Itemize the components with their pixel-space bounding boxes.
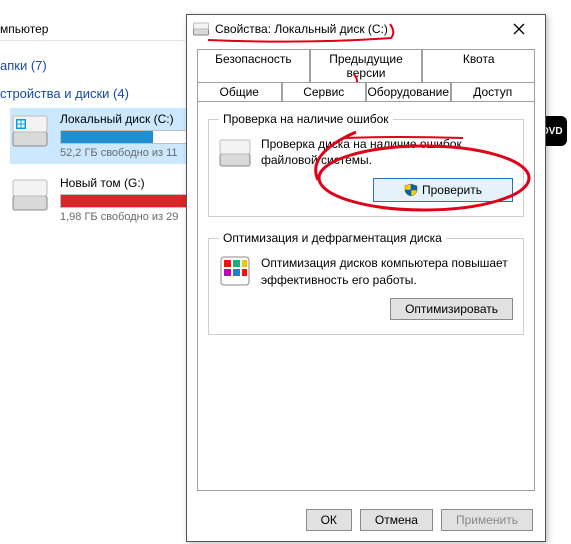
dialog-title: Свойства: Локальный диск (C:) <box>215 22 499 36</box>
tab-general[interactable]: Общие <box>197 82 282 101</box>
tab-quota[interactable]: Квота <box>422 49 535 82</box>
tab-hardware[interactable]: Оборудование <box>366 82 451 101</box>
optimize-button[interactable]: Оптимизировать <box>390 298 513 320</box>
tab-tools[interactable]: Сервис <box>282 82 367 101</box>
check-button-label: Проверить <box>422 183 482 197</box>
explorer-title-fragment: мпьютер <box>0 22 48 36</box>
tab-content: Проверка на наличие ошибок Проверка диск… <box>197 101 535 491</box>
close-button[interactable] <box>499 17 539 41</box>
shield-icon <box>404 183 418 197</box>
dialog-button-row: ОК Отмена Применить <box>306 509 533 531</box>
close-icon <box>513 23 525 35</box>
tab-prevversions[interactable]: Предыдущие версии <box>310 49 423 82</box>
defrag-group: Оптимизация и дефрагментация диска Оптим… <box>208 231 524 334</box>
separator <box>0 40 185 41</box>
tab-sharing[interactable]: Доступ <box>451 82 536 101</box>
properties-dialog: Свойства: Локальный диск (C:) Безопаснос… <box>186 14 546 542</box>
cancel-button[interactable]: Отмена <box>360 509 433 531</box>
tab-security[interactable]: Безопасность <box>197 49 310 82</box>
section-drives-header[interactable]: стройства и диски (4) <box>0 86 129 101</box>
section-folders-header[interactable]: апки (7) <box>0 58 47 73</box>
defrag-legend: Оптимизация и дефрагментация диска <box>219 231 446 245</box>
error-check-legend: Проверка на наличие ошибок <box>219 112 393 126</box>
tab-row-1: Безопасность Предыдущие версии Квота <box>197 49 535 82</box>
ok-button[interactable]: ОК <box>306 509 352 531</box>
drive-check-icon <box>219 136 251 168</box>
error-check-group: Проверка на наличие ошибок Проверка диск… <box>208 112 524 217</box>
error-check-text: Проверка диска на наличие ошибок файлово… <box>261 136 513 168</box>
defrag-text: Оптимизация дисков компьютера повышает э… <box>261 255 513 287</box>
tab-row-2: Общие Сервис Оборудование Доступ <box>197 82 535 101</box>
apply-button[interactable]: Применить <box>441 509 533 531</box>
defrag-icon <box>219 255 251 287</box>
drive-icon <box>12 178 48 214</box>
drive-icon <box>193 21 209 37</box>
drive-icon <box>12 114 48 150</box>
check-button[interactable]: Проверить <box>373 178 513 202</box>
titlebar[interactable]: Свойства: Локальный диск (C:) <box>187 15 545 43</box>
